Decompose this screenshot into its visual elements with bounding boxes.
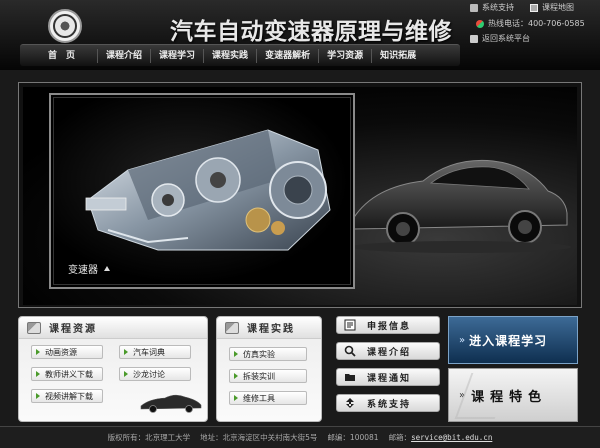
practice-panel: 课程实践 仿真实验 拆装实训 维修工具 — [216, 316, 322, 422]
site-title: 汽车自动变速器原理与维修 — [170, 19, 452, 45]
nav-course-study[interactable]: 课程学习 — [151, 48, 205, 63]
copyright-text: 版权所有：北京理工大学 — [107, 433, 191, 442]
bullet-icon — [36, 371, 40, 377]
refresh-icon — [343, 397, 357, 409]
salon-discussion-link[interactable]: 沙龙讨论 — [119, 367, 191, 381]
nav-home[interactable]: 首 页 — [20, 48, 99, 63]
showcase-caption: 变速器 — [68, 261, 110, 276]
system-support-link[interactable]: 系统支持 — [470, 2, 514, 13]
nav-knowledge-extension[interactable]: 知识拓展 — [372, 49, 424, 63]
car-silhouette-icon — [351, 159, 571, 253]
main-banner: 变速器 — [18, 82, 582, 308]
map-icon — [530, 3, 538, 12]
document-icon — [343, 319, 357, 331]
practice-title: 课程实践 — [247, 324, 295, 335]
course-notice-button[interactable]: 课程通知 — [336, 368, 440, 386]
course-features-button[interactable]: » 课程特色 — [448, 368, 578, 422]
address-text: 地址：北京海淀区中关村南大街5号 — [200, 433, 318, 442]
double-chevron-icon: » — [459, 334, 466, 346]
hotline-text: 热线电话：400-706-0585 — [476, 18, 585, 29]
phone-icon — [476, 19, 484, 28]
sports-car-icon — [140, 394, 202, 413]
course-intro-button[interactable]: 课程介绍 — [336, 342, 440, 360]
decorative-lines-icon — [454, 373, 512, 419]
transmission-showcase[interactable]: 变速器 — [49, 93, 355, 289]
university-logo[interactable] — [48, 9, 82, 43]
nav-transmission-analysis[interactable]: 变速器解析 — [257, 48, 320, 63]
system-support-button[interactable]: 系统支持 — [336, 394, 440, 412]
bullet-icon — [36, 393, 40, 399]
email-text: 邮箱：service@bit.edu.cn — [388, 433, 493, 442]
sitemap-link[interactable]: 课程地图 — [530, 2, 574, 13]
logo-emblem-icon — [53, 14, 77, 38]
nav-course-intro[interactable]: 课程介绍 — [98, 48, 152, 63]
support-icon — [470, 3, 478, 12]
notebook-icon — [225, 321, 239, 334]
nav-learning-resources[interactable]: 学习资源 — [319, 48, 373, 63]
bullet-icon — [234, 373, 238, 379]
site-header: 汽车自动变速器原理与维修 系统支持 课程地图 热线电话：400-706-0585… — [0, 0, 600, 70]
site-footer: 版权所有：北京理工大学 地址：北京海淀区中关村南大街5号 邮编：100081 邮… — [0, 426, 600, 448]
car-dictionary-link[interactable]: 汽车词典 — [119, 345, 191, 359]
bullet-icon — [124, 371, 128, 377]
bullet-icon — [234, 395, 238, 401]
search-icon — [343, 345, 357, 357]
return-icon — [470, 34, 478, 43]
postcode-text: 邮编：100081 — [327, 433, 379, 442]
triangle-up-icon — [104, 266, 110, 271]
teacher-notes-download-link[interactable]: 教师讲义下载 — [31, 367, 103, 381]
enter-course-study-button[interactable]: » 进入课程学习 — [448, 316, 578, 364]
application-info-button[interactable]: 申报信息 — [336, 316, 440, 334]
bullet-icon — [124, 349, 128, 355]
bullet-icon — [36, 349, 40, 355]
resources-panel: 课程资源 动画资源 汽车词典 教师讲义下载 沙龙讨论 视频讲解下载 — [18, 316, 208, 422]
hero-image: 变速器 — [23, 87, 577, 305]
disassembly-training-link[interactable]: 拆装实训 — [229, 369, 307, 383]
folder-icon — [343, 371, 357, 383]
simulation-experiment-link[interactable]: 仿真实验 — [229, 347, 307, 361]
nav-course-practice[interactable]: 课程实践 — [204, 48, 258, 63]
animation-resources-link[interactable]: 动画资源 — [31, 345, 103, 359]
bullet-icon — [234, 351, 238, 357]
gearbox-icon — [85, 129, 331, 251]
email-link[interactable]: service@bit.edu.cn — [411, 433, 492, 442]
main-nav: 首 页 课程介绍 课程学习 课程实践 变速器解析 学习资源 知识拓展 — [20, 44, 460, 66]
notebook-icon — [27, 321, 41, 334]
repair-tools-link[interactable]: 维修工具 — [229, 391, 307, 405]
resources-title: 课程资源 — [49, 324, 97, 335]
video-lecture-download-link[interactable]: 视频讲解下载 — [31, 389, 103, 403]
return-platform-link[interactable]: 返回系统平台 — [470, 33, 530, 44]
